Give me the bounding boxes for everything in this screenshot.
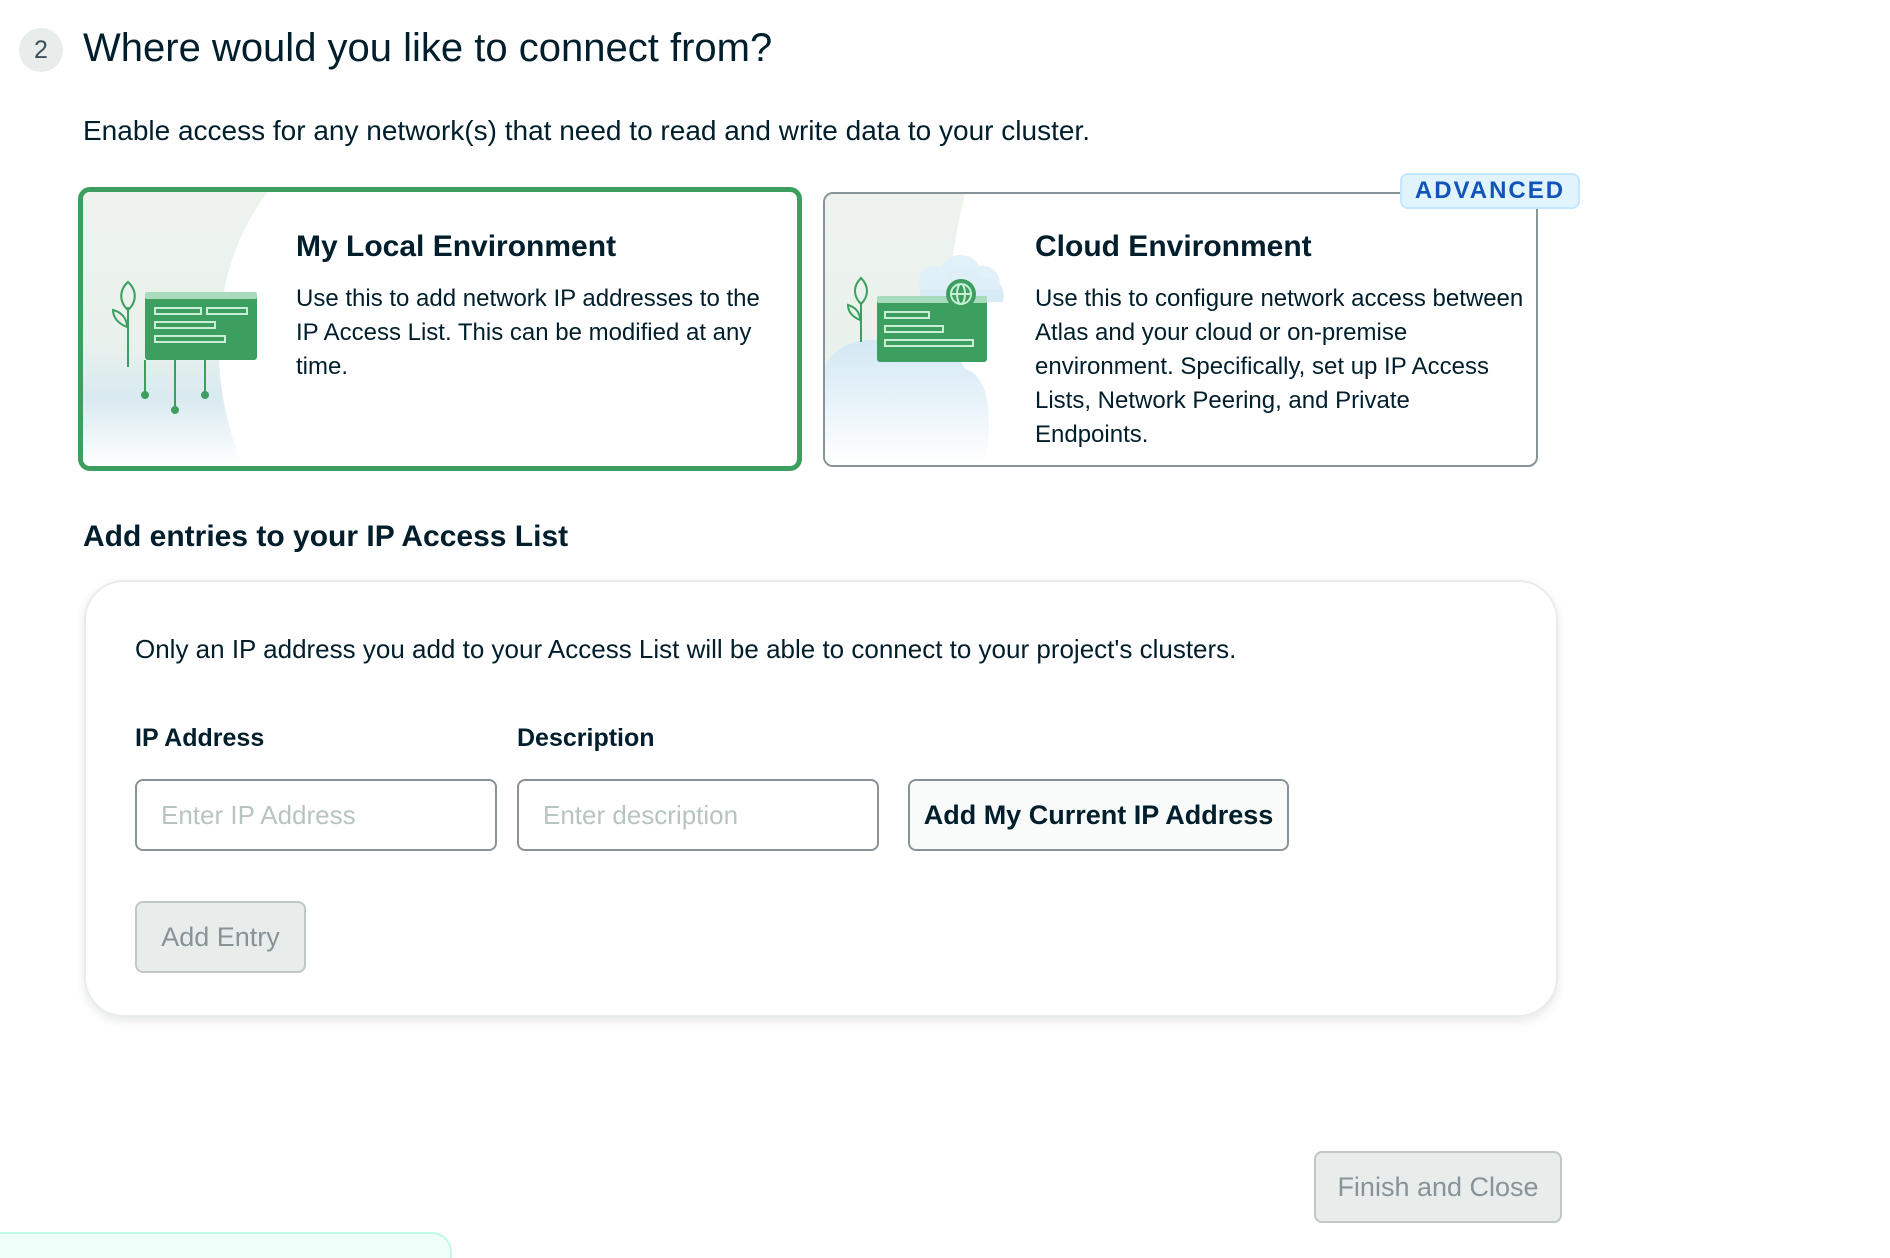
- description-input[interactable]: [517, 779, 879, 851]
- step-number-badge: 2: [19, 28, 63, 72]
- local-environment-card[interactable]: My Local Environment Use this to add net…: [78, 187, 802, 471]
- connect-wizard-step: 2 Where would you like to connect from? …: [0, 0, 1890, 1258]
- local-environment-icon: [83, 192, 268, 466]
- bottom-notification-edge: [0, 1232, 452, 1258]
- add-current-ip-button[interactable]: Add My Current IP Address: [908, 779, 1289, 851]
- cloud-environment-title: Cloud Environment: [1035, 230, 1312, 263]
- access-list-section-title: Add entries to your IP Access List: [83, 520, 569, 553]
- add-entry-button[interactable]: Add Entry: [135, 901, 306, 973]
- cloud-environment-card[interactable]: Cloud Environment Use this to configure …: [823, 192, 1538, 467]
- advanced-badge: ADVANCED: [1400, 173, 1580, 209]
- finish-and-close-button[interactable]: Finish and Close: [1314, 1151, 1562, 1223]
- access-list-panel: Only an IP address you add to your Acces…: [84, 580, 1558, 1017]
- access-list-note: Only an IP address you add to your Acces…: [135, 634, 1237, 664]
- step-subtitle: Enable access for any network(s) that ne…: [83, 115, 1090, 146]
- cloud-environment-description: Use this to configure network access bet…: [1035, 285, 1524, 448]
- local-environment-title: My Local Environment: [296, 230, 617, 263]
- step-title: Where would you like to connect from?: [83, 26, 773, 70]
- ip-address-input[interactable]: [135, 779, 497, 851]
- local-environment-description: Use this to add network IP addresses to …: [296, 285, 760, 380]
- cloud-environment-icon: [825, 194, 1004, 465]
- ip-address-label: IP Address: [135, 724, 265, 752]
- description-label: Description: [517, 724, 655, 752]
